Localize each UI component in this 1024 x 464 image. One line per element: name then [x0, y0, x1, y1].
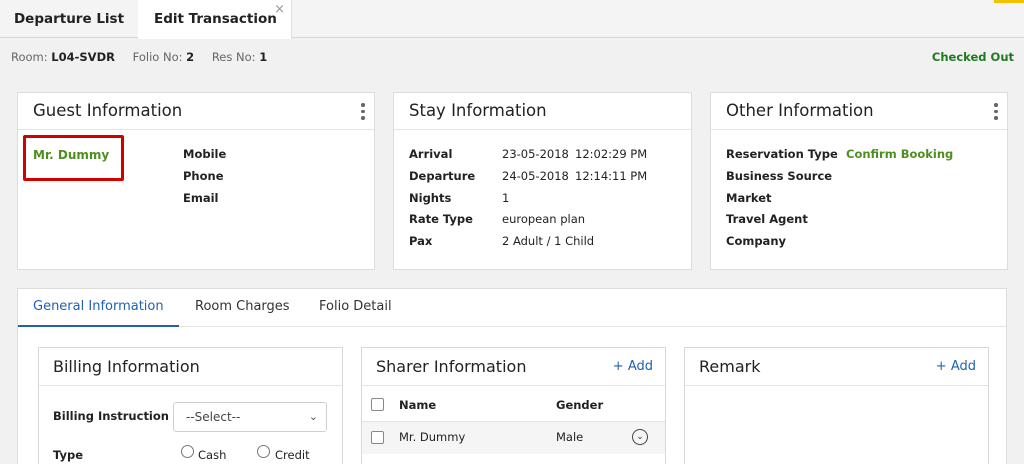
res-value: 1: [259, 50, 268, 64]
tab-general-information[interactable]: General Information: [18, 289, 179, 327]
billing-instruction-select[interactable]: --Select-- ⌄: [173, 402, 327, 432]
table-row[interactable]: Mr. Dummy Male ⌄: [362, 422, 665, 454]
reservation-info-bar: Room: L04-SVDR Folio No: 2 Res No: 1 Che…: [0, 39, 1024, 75]
type-label: Type: [53, 448, 84, 462]
tab-folio-detail[interactable]: Folio Detail: [319, 289, 392, 327]
billing-information-panel: Billing Information Billing Instruction …: [38, 347, 343, 464]
reservation-type-value: Confirm Booking: [846, 147, 954, 161]
transaction-details-section: General Information Room Charges Folio D…: [17, 288, 1007, 464]
email-label: Email: [183, 191, 219, 205]
guest-name[interactable]: Mr. Dummy: [33, 148, 109, 162]
sharer-name: Mr. Dummy: [399, 430, 466, 444]
reservation-type-label: Reservation Type: [726, 147, 838, 161]
sharer-gender: Male: [556, 430, 584, 444]
kebab-menu-icon[interactable]: [993, 103, 999, 121]
room-value: L04-SVDR: [51, 50, 115, 64]
guest-information-card: Guest Information Mr. Dummy Mobile Phone…: [17, 92, 375, 270]
cash-radio[interactable]: [181, 445, 194, 458]
add-sharer-button[interactable]: + Add: [613, 348, 653, 386]
res-label: Res No:: [211, 50, 256, 64]
rate-type-label: Rate Type: [409, 212, 473, 226]
chevron-down-icon[interactable]: ⌄: [632, 429, 648, 445]
stay-information-card: Stay Information Arrival 23-05-2018 12:0…: [393, 92, 692, 270]
sharer-information-panel: Sharer Information + Add Name Gender Mr.…: [361, 347, 666, 464]
folio-value: 2: [186, 50, 195, 64]
accent-mark: [994, 0, 1024, 3]
chevron-down-icon: ⌄: [308, 410, 318, 423]
other-information-card: Other Information Reservation Type Confi…: [710, 92, 1008, 270]
tab-edit-transaction-label: Edit Transaction: [154, 11, 277, 27]
folio-label: Folio No:: [132, 50, 183, 64]
tab-room-charges[interactable]: Room Charges: [195, 289, 290, 327]
market-label: Market: [726, 191, 772, 205]
credit-label: Credit: [275, 448, 310, 462]
departure-label: Departure: [409, 169, 476, 183]
nights-value: 1: [502, 191, 510, 205]
tab-edit-transaction[interactable]: Edit Transaction ×: [138, 0, 292, 39]
departure-date: 24-05-2018: [502, 169, 569, 183]
remark-heading: Remark: [699, 357, 761, 376]
credit-radio[interactable]: [257, 445, 270, 458]
nights-label: Nights: [409, 191, 452, 205]
add-remark-button[interactable]: + Add: [936, 348, 976, 386]
detail-tabs: General Information Room Charges Folio D…: [18, 289, 1006, 327]
other-information-title: Other Information: [711, 93, 1007, 130]
room-label: Room:: [11, 50, 48, 64]
kebab-menu-icon[interactable]: [360, 103, 366, 121]
billing-instruction-value: --Select--: [186, 410, 241, 424]
arrival-time: 12:02:29 PM: [575, 147, 648, 161]
status-badge: Checked Out: [931, 50, 1014, 64]
sharer-information-title: Sharer Information + Add: [362, 348, 665, 386]
pax-label: Pax: [409, 234, 433, 248]
cash-label: Cash: [198, 448, 227, 462]
business-source-label: Business Source: [726, 169, 833, 183]
arrival-label: Arrival: [409, 147, 453, 161]
row-checkbox[interactable]: [371, 431, 384, 444]
phone-label: Phone: [183, 169, 224, 183]
other-information-heading: Other Information: [726, 101, 874, 120]
billing-information-title: Billing Information: [39, 348, 342, 386]
guest-information-heading: Guest Information: [33, 101, 183, 120]
arrival-date: 23-05-2018: [502, 147, 569, 161]
remark-title: Remark + Add: [685, 348, 988, 386]
top-tab-bar: Departure List Edit Transaction ×: [0, 0, 1024, 39]
pax-value: 2 Adult / 1 Child: [502, 234, 595, 248]
mobile-label: Mobile: [183, 147, 227, 161]
gender-column-header: Gender: [556, 398, 604, 412]
stay-information-title: Stay Information: [394, 93, 691, 130]
close-icon[interactable]: ×: [274, 0, 285, 24]
sharer-information-heading: Sharer Information: [376, 357, 527, 376]
tab-departure-list[interactable]: Departure List: [0, 0, 138, 38]
name-column-header: Name: [399, 398, 437, 412]
guest-information-title: Guest Information: [18, 93, 374, 130]
travel-agent-label: Travel Agent: [726, 212, 808, 226]
billing-instruction-label: Billing Instruction: [53, 409, 169, 423]
departure-time: 12:14:11 PM: [575, 169, 648, 183]
select-all-checkbox[interactable]: [371, 398, 384, 411]
remark-panel: Remark + Add: [684, 347, 989, 464]
company-label: Company: [726, 234, 786, 248]
stay-information-heading: Stay Information: [409, 101, 547, 120]
rate-type-value: european plan: [502, 212, 586, 226]
